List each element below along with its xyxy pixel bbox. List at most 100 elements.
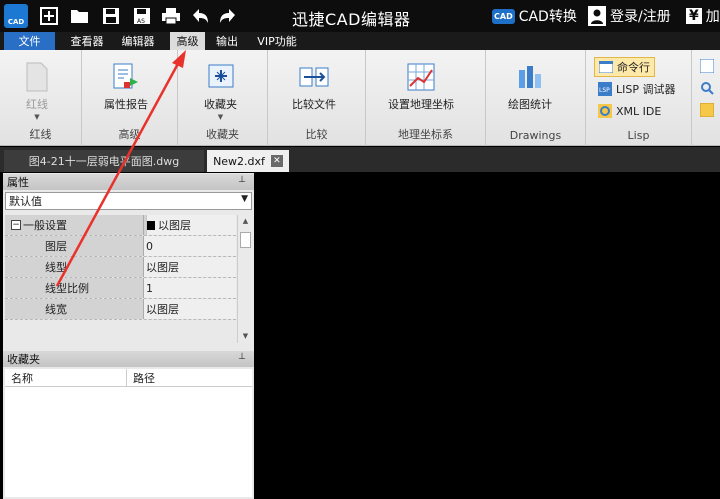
- cad-convert-icon: CAD: [492, 8, 515, 24]
- overflow-tool-1[interactable]: [700, 59, 714, 73]
- collapse-icon[interactable]: −: [11, 220, 21, 230]
- group-label-lisp: Lisp: [627, 129, 650, 142]
- property-row[interactable]: 线宽 以图层: [5, 299, 236, 320]
- menu-bar: 文件 查看器 编辑器 高级 输出 VIP功能: [0, 32, 720, 50]
- compare-files-button[interactable]: 比较文件: [292, 62, 336, 112]
- lisp-debugger-icon: LSP: [598, 82, 612, 96]
- xml-ide-button[interactable]: XML IDE: [598, 104, 661, 118]
- print-icon[interactable]: [160, 5, 182, 27]
- doc-tab-dwg[interactable]: 图4-21十一层弱电平面图.dwg: [4, 150, 204, 172]
- group-geo: 设置地理坐标 地理坐标系: [366, 50, 486, 146]
- properties-title: 属性: [7, 176, 29, 189]
- pin-icon[interactable]: ⊥: [238, 175, 246, 185]
- attribute-report-button[interactable]: 属性报告: [104, 62, 148, 112]
- vip-label: 加: [705, 9, 720, 25]
- property-row[interactable]: 线型 以图层: [5, 257, 236, 278]
- save-icon[interactable]: [100, 5, 122, 27]
- attribute-report-icon: [113, 63, 138, 89]
- open-folder-icon[interactable]: [69, 5, 91, 27]
- title-bar: CAD AS 迅捷CAD编辑器 CAD CAD转换 登录/注册 ¥ 加: [0, 0, 720, 32]
- tab-file[interactable]: 文件: [4, 32, 55, 50]
- group-overflow: [692, 50, 720, 146]
- property-row[interactable]: 图层 0: [5, 236, 236, 257]
- doc-tab-new2[interactable]: New2.dxf ✕: [207, 150, 289, 172]
- tab-output[interactable]: 输出: [210, 32, 244, 50]
- favorites-list: 名称 路径: [5, 369, 252, 497]
- scroll-down-icon[interactable]: ▼: [238, 330, 253, 343]
- scroll-up-icon[interactable]: ▲: [238, 215, 253, 228]
- group-compare: 比较文件 比较: [268, 50, 366, 146]
- scroll-thumb[interactable]: [240, 232, 251, 248]
- drawing-canvas[interactable]: [257, 173, 720, 499]
- search-icon: [701, 82, 714, 95]
- save-as-icon[interactable]: AS: [131, 5, 153, 27]
- favorites-panel-header: 收藏夹 ⊥: [3, 351, 254, 367]
- color-swatch: [146, 220, 155, 230]
- favorites-columns: 名称 路径: [5, 369, 252, 387]
- close-icon[interactable]: ✕: [270, 155, 283, 167]
- login-label: 登录/注册: [610, 9, 671, 25]
- group-advanced: 属性报告 高级: [82, 50, 178, 146]
- lisp-debugger-button[interactable]: LSP LISP 调试器: [598, 81, 676, 97]
- vip-button[interactable]: ¥ 加: [686, 6, 720, 26]
- tab-editor[interactable]: 编辑器: [116, 32, 160, 50]
- property-row[interactable]: 线型比例 1: [5, 278, 236, 299]
- login-button[interactable]: 登录/注册: [588, 6, 671, 26]
- property-group-general[interactable]: − 一般设置: [5, 215, 147, 236]
- redo-icon[interactable]: [217, 5, 239, 27]
- group-label-geo: 地理坐标系: [398, 128, 453, 141]
- group-lisp: 命令行 LSP LISP 调试器 XML IDE Lisp: [586, 50, 692, 146]
- xml-ide-icon: [598, 104, 612, 118]
- ribbon: 红线 ▼ 红线 属性报告 高级 收藏夹 ▼ 收藏夹 比较文件 比较 设置地理坐标…: [0, 50, 720, 146]
- user-icon: [588, 6, 606, 26]
- chevron-down-icon: ▼: [241, 194, 248, 204]
- new-file-icon[interactable]: [38, 5, 60, 27]
- column-path[interactable]: 路径: [127, 369, 155, 386]
- group-label-redline: 红线: [29, 128, 52, 141]
- cad-convert-label: CAD转换: [518, 9, 577, 25]
- svg-text:AS: AS: [137, 18, 145, 25]
- drawing-statistics-button[interactable]: 绘图统计: [508, 62, 552, 112]
- favorites-icon: [208, 64, 233, 88]
- group-redline: 红线 ▼ 红线: [0, 50, 82, 146]
- document-icon: [700, 103, 714, 117]
- properties-scrollbar[interactable]: ▲ ▼: [237, 215, 252, 343]
- command-line-icon: [599, 61, 613, 73]
- drawing-statistics-icon: [519, 66, 541, 88]
- group-label-drawings: Drawings: [509, 129, 562, 142]
- compare-files-icon: [299, 67, 329, 87]
- geo-grid-icon: [407, 63, 435, 91]
- favorites-button[interactable]: 收藏夹 ▼: [204, 62, 237, 121]
- favorites-title: 收藏夹: [7, 353, 40, 366]
- command-line-button[interactable]: 命令行: [594, 57, 655, 77]
- overflow-tool-3[interactable]: [700, 103, 714, 117]
- svg-text:LSP: LSP: [599, 87, 610, 94]
- group-label-advanced: 高级: [118, 128, 141, 141]
- set-geo-coordinates-button[interactable]: 设置地理坐标: [388, 62, 454, 112]
- document-tabs: 图4-21十一层弱电平面图.dwg New2.dxf ✕: [0, 147, 720, 172]
- undo-icon[interactable]: [189, 5, 211, 27]
- yen-icon: ¥: [686, 8, 702, 24]
- properties-panel-header: 属性 ⊥: [3, 174, 254, 190]
- column-name[interactable]: 名称: [5, 369, 127, 386]
- group-favorites: 收藏夹 ▼ 收藏夹: [178, 50, 268, 146]
- group-drawings: 绘图统计 Drawings: [486, 50, 586, 146]
- group-label-compare: 比较: [305, 128, 328, 141]
- doc-tab-label: New2.dxf: [213, 154, 265, 168]
- redline-icon: [26, 62, 48, 92]
- cad-convert-button[interactable]: CAD CAD转换: [492, 6, 577, 26]
- app-title: 迅捷CAD编辑器: [292, 10, 411, 29]
- chevron-down-icon: ▼: [217, 113, 224, 121]
- tab-viewer[interactable]: 查看器: [65, 32, 109, 50]
- properties-selector[interactable]: 默认值 ▼: [5, 192, 252, 210]
- group-label-favorites: 收藏夹: [206, 128, 239, 141]
- window-icon: [700, 59, 714, 73]
- redline-button[interactable]: 红线 ▼: [24, 62, 50, 121]
- tab-vip[interactable]: VIP功能: [252, 32, 302, 50]
- tab-advanced[interactable]: 高级: [170, 32, 205, 50]
- overflow-tool-2[interactable]: [700, 81, 714, 95]
- properties-table: −一般设置 色彩 以图层 图层 0 线型 以图层 线型比例 1 线宽 以图层: [5, 215, 236, 320]
- left-panel: 属性 ⊥ 默认值 ▼ −一般设置 色彩 以图层 图层 0 线型 以图层 线型比例…: [3, 173, 254, 499]
- pin-icon[interactable]: ⊥: [238, 352, 246, 362]
- app-logo-icon: CAD: [4, 4, 28, 28]
